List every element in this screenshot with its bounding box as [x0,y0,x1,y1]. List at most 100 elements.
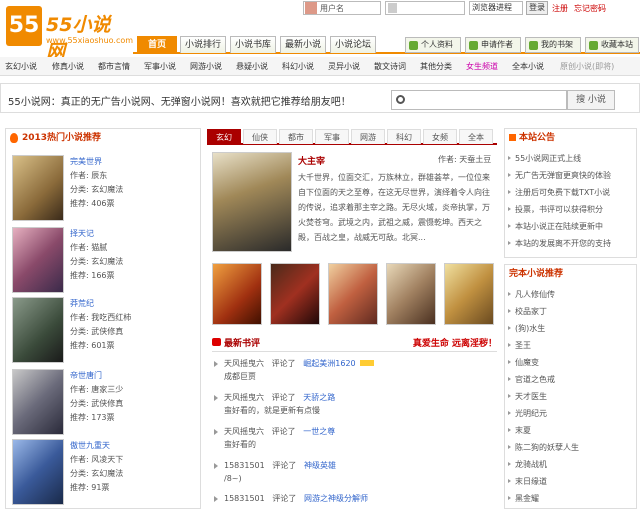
reviews-slogan: 真爱生命 远离淫秽！ [412,339,497,349]
search-button[interactable]: 搜 小说 [567,90,615,110]
book-item[interactable]: 莽荒纪 作者: 我吃西红柿 分类: 武侠修真 推荐: 601票 [6,297,196,365]
category-link[interactable]: 修真小说 [52,61,84,72]
book-thumb[interactable] [386,263,436,325]
review-item: 天风摇曳六 评论了 一世之尊 蛮好看的 [212,425,497,451]
profile-button[interactable]: 个人资料 [405,37,461,53]
category-link-girls[interactable]: 女生频道 [466,61,498,72]
review-item: 15831501 评论了 神级英雄 /8~) [212,459,497,485]
book-cover[interactable] [12,227,64,293]
nav-tab-home[interactable]: 首页 [137,36,177,53]
complete-item[interactable]: 末夏 [505,425,531,436]
nav-tab-ranking[interactable]: 小说排行 [180,36,226,53]
category-link[interactable]: 都市言情 [98,61,130,72]
password-field[interactable] [385,1,465,15]
complete-books-panel: 完本小说推荐 凡人修仙传 校品家丁 (狗)水生 圣王 仙魔变 官道之色戒 天才医… [504,264,637,509]
search-bar: 55小说网：真正的无广告小说网、无弹窗小说网！喜欢就把它推荐给朋友吧！ 搜 小说 [0,83,640,113]
complete-item[interactable]: 官道之色戒 [505,374,555,385]
book-item[interactable]: 择天记 作者: 猫腻 分类: 玄幻魔法 推荐: 166票 [6,227,196,295]
featured-cover[interactable] [212,152,292,252]
book-thumb[interactable] [328,263,378,325]
login-button[interactable]: 登录 [526,1,548,15]
user-icon [305,2,317,14]
tab-xuanhuan[interactable]: 玄幻 [207,129,241,144]
notice-item[interactable]: 投票，书评可以获得积分 [505,204,603,215]
book-item[interactable]: 帝世唐门 作者: 唐家三少 分类: 武侠修真 推荐: 173票 [6,369,196,437]
book-cover[interactable] [12,369,64,435]
nav-tab-latest[interactable]: 最新小说 [280,36,326,53]
site-logo[interactable]: 55 55小说网 www.55xiaoshuo.com [6,6,133,63]
notice-item[interactable]: 55小说网正式上线 [505,153,581,164]
category-bar: 玄幻小说 修真小说 都市言情 军事小说 网游小说 悬疑小说 科幻小说 灵异小说 … [0,57,640,76]
register-link[interactable]: 注册 [552,3,568,14]
book-thumb[interactable] [444,263,494,325]
tab-dushi[interactable]: 都市 [279,129,313,144]
star-icon [589,41,598,50]
bookshelf-icon [529,41,538,50]
book-item[interactable]: 完美世界 作者: 辰东 分类: 玄幻魔法 推荐: 406票 [6,155,196,223]
featured-author: 作者: 天蚕土豆 [438,155,492,164]
site-slogan: 55小说网：真正的无广告小说网、无弹窗小说网！喜欢就把它推荐给朋友吧！ [8,97,351,108]
browser-select[interactable]: 浏览器进程 [469,1,523,15]
category-link[interactable]: 科幻小说 [282,61,314,72]
complete-item[interactable]: 天才医生 [505,391,547,402]
notice-panel: 本站公告 55小说网正式上线 无广告无弹窗更爽快的体验 注册后可免费下载TXT小… [504,128,637,258]
tab-xianxia[interactable]: 仙侠 [243,129,277,144]
category-link[interactable]: 网游小说 [190,61,222,72]
main-nav: 首页 小说排行 小说书库 最新小说 小说论坛 个人资料 申请作者 我的书架 收藏… [133,36,640,54]
notice-item[interactable]: 注册后可免费下载TXT小说 [505,187,610,198]
book-cover[interactable] [12,439,64,505]
bookshelf-button[interactable]: 我的书架 [525,37,581,53]
hot-books-panel: 2013热门小说推荐 完美世界 作者: 辰东 分类: 玄幻魔法 推荐: 406票 择天… [5,128,201,509]
hot-books-title: 2013热门小说推荐 [6,129,101,147]
forgot-password-link[interactable]: 忘记密码 [574,3,606,14]
book-item[interactable]: 傲世九重天 作者: 风凌天下 分类: 玄幻魔法 推荐: 91票 [6,439,196,507]
book-cover[interactable] [12,297,64,363]
complete-title: 完本小说推荐 [509,269,564,279]
notice-icon [509,134,516,141]
favorite-site-button[interactable]: 收藏本站 [585,37,639,53]
tab-nvpin[interactable]: 女频 [423,129,457,144]
apply-author-button[interactable]: 申请作者 [465,37,521,53]
notice-item[interactable]: 本站小说正在陆续更新中 [505,221,603,232]
complete-item[interactable]: 光明纪元 [505,408,547,419]
nav-tab-library[interactable]: 小说书库 [230,36,276,53]
tab-kehuan[interactable]: 科幻 [387,129,421,144]
tab-wangyou[interactable]: 网游 [351,129,385,144]
book-cover[interactable] [12,155,64,221]
category-link[interactable]: 散文诗词 [374,61,406,72]
category-link[interactable]: 其他分类 [420,61,452,72]
complete-item[interactable]: 陈二狗的妖孽人生 [505,442,579,453]
nav-tab-forum[interactable]: 小说论坛 [330,36,376,53]
category-link[interactable]: 悬疑小说 [236,61,268,72]
complete-item[interactable]: 凡人修仙传 [505,289,555,300]
review-item: 天风摇曳六 评论了 天骄之路 蛮好看的，就是更新有点慢 [212,391,497,417]
category-link[interactable]: 全本小说 [512,61,544,72]
header: 55 55小说网 www.55xiaoshuo.com 用户名 浏览器进程 登录… [0,0,640,63]
category-link-original[interactable]: 原创小说(即将) [560,61,614,72]
featured-title[interactable]: 大主宰 [298,154,325,167]
notice-item[interactable]: 无广告无弹窗更爽快的体验 [505,170,611,181]
complete-item[interactable]: 末日缘道 [505,476,547,487]
category-link[interactable]: 灵异小说 [328,61,360,72]
complete-item[interactable]: (狗)水生 [505,323,545,334]
complete-item[interactable]: 龙骑战机 [505,459,547,470]
tab-quanben[interactable]: 全本 [459,129,493,144]
notice-title: 本站公告 [505,129,555,147]
hot-badge [359,360,374,366]
complete-item[interactable]: 圣王 [505,340,531,351]
search-icon [396,95,405,104]
search-input[interactable] [391,90,567,110]
book-thumb[interactable] [270,263,320,325]
complete-item[interactable]: 仙魔变 [505,357,539,368]
logo-badge: 55 [6,6,42,46]
category-link[interactable]: 玄幻小说 [5,61,37,72]
tab-junshi[interactable]: 军事 [315,129,349,144]
username-field[interactable]: 用户名 [303,1,381,15]
complete-item[interactable]: 校品家丁 [505,306,547,317]
book-thumb[interactable] [212,263,262,325]
category-link[interactable]: 军事小说 [144,61,176,72]
notice-item[interactable]: 本站的发展离不开您的支持 [505,238,611,249]
complete-item[interactable]: 黑金耀 [505,493,539,504]
featured-description: 大千世界，位面交汇，万族林立，群雄荟萃，一位位来自下位面的天之至尊，在这无尽世界… [298,173,490,242]
comment-icon [212,338,221,346]
